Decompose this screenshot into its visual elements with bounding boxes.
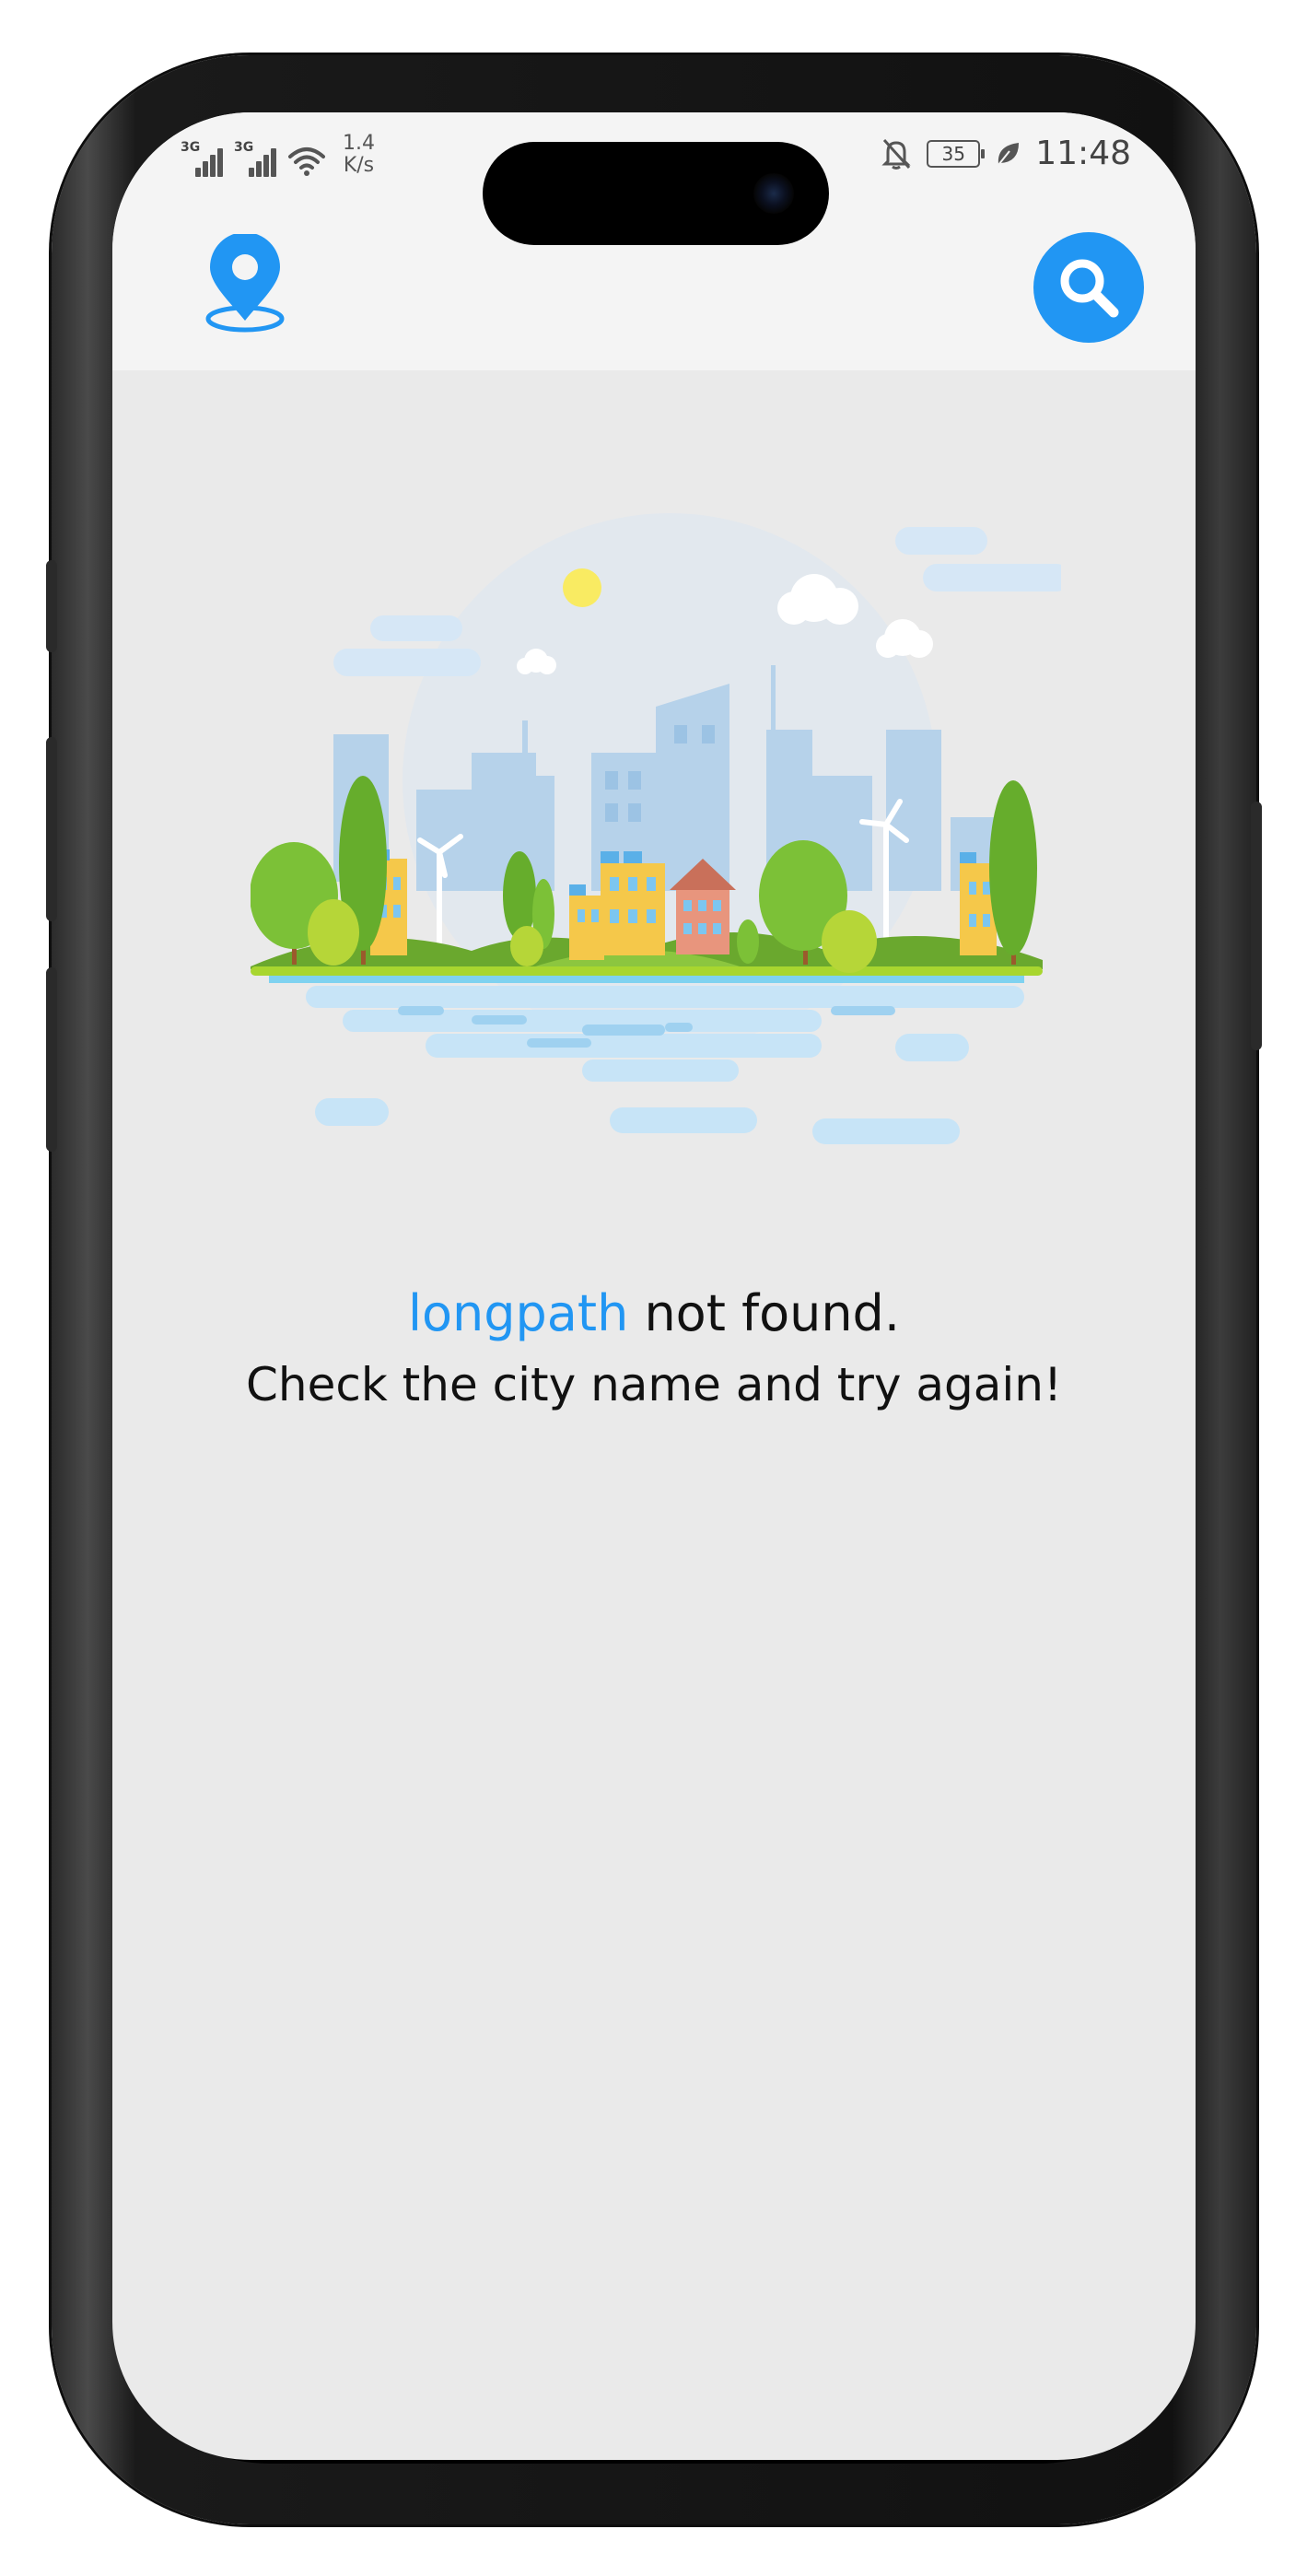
bell-muted-icon [881,138,911,170]
app-screen: 3G 3G 1.4 K/s 35 11:48 longpath not foun… [112,112,1196,2460]
network-type-1: 3G [181,140,201,155]
dynamic-island [483,142,829,245]
city-not-found-message: longpath not found. [112,1284,1196,1342]
search-button[interactable] [1033,232,1144,343]
clock: 11:48 [1035,135,1131,172]
searched-city: longpath [407,1284,629,1342]
front-camera [753,173,794,214]
location-pin-icon [205,232,285,333]
action-button [46,560,57,652]
network-type-2: 3G [234,140,254,155]
speed-value: 1.4 [343,132,375,155]
signal-1-icon: 3G [181,140,223,177]
volume-down-button [46,967,57,1152]
speed-unit: K/s [343,154,375,177]
retry-hint: Check the city name and try again! [245,1358,1063,1411]
city-illustration [251,513,1061,1144]
network-speed: 1.4 K/s [343,133,375,177]
power-button [1251,802,1262,1050]
search-icon [1060,259,1119,318]
current-location-button[interactable] [201,232,289,335]
not-found-text: not found. [628,1284,901,1342]
leaf-icon [998,142,1020,166]
volume-up-button [46,737,57,921]
wifi-icon [288,147,325,176]
battery-indicator: 35 [927,139,986,168]
signal-2-icon: 3G [234,140,276,177]
